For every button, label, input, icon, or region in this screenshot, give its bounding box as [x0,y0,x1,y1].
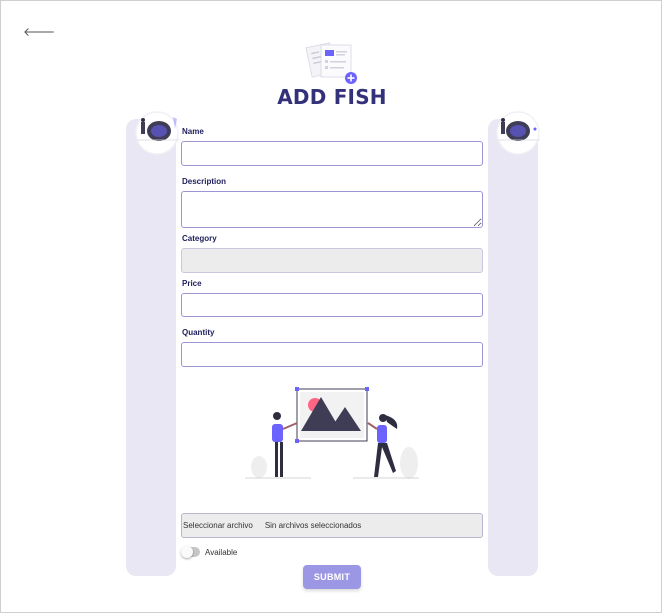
available-toggle[interactable] [181,546,200,558]
choose-file-button[interactable]: Seleccionar archivo [182,521,253,530]
price-label: Price [182,279,202,288]
toggle-knob [181,546,193,558]
submit-button[interactable]: SUBMIT [303,565,361,589]
add-document-icon [305,42,357,84]
image-upload-illustration [245,387,419,479]
quantity-input[interactable] [181,342,483,367]
aquarium-illustration-right [496,111,540,155]
page-title: ADD FISH [277,85,387,109]
available-toggle-row: Available [181,546,238,558]
category-label: Category [182,234,217,243]
available-label: Available [205,547,238,557]
description-textarea[interactable] [181,191,483,228]
quantity-label: Quantity [182,328,215,337]
right-side-panel [488,119,538,576]
file-status-text: Sin archivos seleccionados [264,521,362,530]
description-label: Description [182,177,227,186]
name-input[interactable] [181,141,483,166]
price-input[interactable] [181,293,483,317]
page-frame: 🡐 ADD FISH Name Description Category Pri… [0,0,662,613]
back-arrow-icon[interactable]: 🡐 [23,25,55,39]
left-side-panel [126,119,176,576]
name-label: Name [182,127,204,136]
file-upload-field[interactable]: Seleccionar archivo Sin archivos selecci… [181,513,483,538]
category-input[interactable] [181,248,483,273]
aquarium-illustration-left [135,111,179,155]
